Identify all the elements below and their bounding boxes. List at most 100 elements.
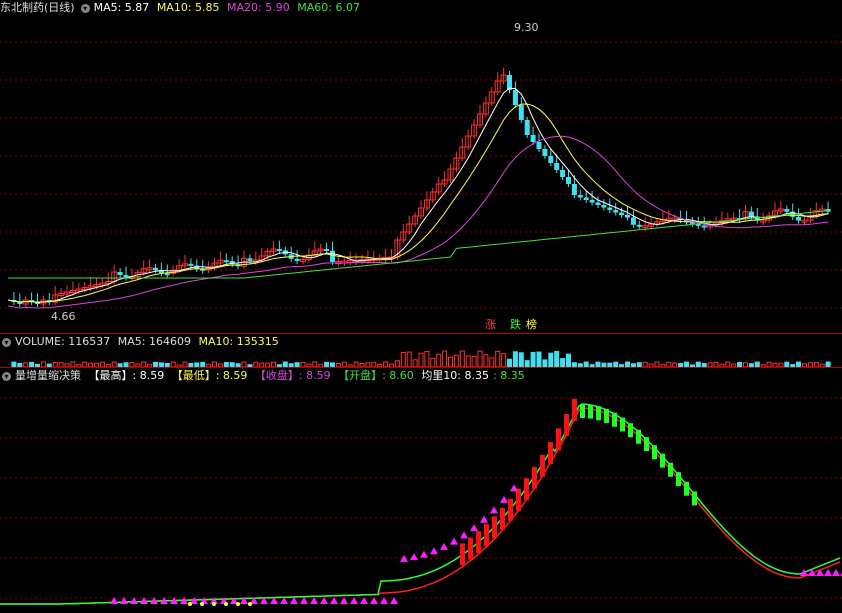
candle-body — [583, 197, 589, 200]
volume-bar — [436, 353, 442, 367]
signal-dot — [188, 602, 192, 606]
volume-bar — [406, 351, 412, 367]
stock-title: 东北制药(日线) — [0, 1, 75, 14]
candle-body — [153, 267, 158, 271]
volume-value: VOLUME: 116537 — [15, 335, 111, 348]
volume-bar — [536, 351, 542, 367]
tag-up[interactable]: 涨 — [484, 318, 497, 331]
volume-bar — [566, 353, 571, 367]
indicator-panel[interactable]: ▾ 量增量缩决策 【最高】: 8.59 【最低】: 8.59 【收盘】: 8.59… — [0, 368, 842, 613]
low-price-label: 4.66 — [51, 310, 76, 323]
indicator-header: ▾ 量增量缩决策 【最高】: 8.59 【最低】: 8.59 【收盘】: 8.59… — [0, 368, 529, 384]
signal-triangle — [832, 569, 840, 576]
down-volume-bar — [620, 417, 625, 432]
up-volume-bar — [508, 498, 513, 521]
ma10-value: MA10: 5.85 — [156, 1, 220, 14]
ma10-line — [7, 103, 829, 303]
candle-body — [625, 215, 630, 218]
up-volume-bar — [532, 466, 537, 489]
candle-body — [619, 212, 625, 215]
signal-dot — [236, 602, 240, 606]
down-volume-bar — [668, 462, 673, 477]
volume-bar — [554, 351, 560, 367]
indicator-close: 【收盘】: 8.59 — [254, 369, 331, 382]
candle-body — [571, 184, 577, 195]
signal-triangle — [440, 542, 448, 550]
up-volume-bar — [524, 478, 529, 501]
indicator-title: 量增量缩决策 — [15, 369, 81, 382]
volume-bar — [507, 358, 512, 367]
chevron-down-icon[interactable]: ▾ — [2, 337, 11, 347]
volume-bar — [495, 350, 501, 367]
indicator-open: 【开盘】: 8.60 — [338, 369, 414, 382]
up-volume-bar — [484, 524, 489, 547]
candle-body — [601, 205, 607, 208]
down-volume-bar — [628, 423, 633, 438]
down-volume-bar — [612, 412, 617, 427]
up-volume-bar — [492, 516, 497, 539]
kline-panel[interactable]: 东北制药(日线) ▾ MA5: 5.87 MA10: 5.85 MA20: 5.90… — [0, 0, 842, 333]
volume-bar — [418, 352, 424, 367]
candle-body — [613, 210, 619, 213]
volume-panel[interactable]: ▾ VOLUME: 116537 MA5: 164609 MA10: 135315 — [0, 334, 842, 367]
down-volume-bar — [692, 491, 697, 506]
volume-bar — [501, 353, 507, 367]
volume-bar — [518, 352, 524, 367]
candle-body — [188, 263, 194, 266]
candle-body — [524, 120, 530, 135]
volume-ma5: MA5: 164609 — [117, 335, 191, 348]
signal-dot — [224, 602, 228, 606]
signal-triangle — [500, 495, 508, 503]
candle-body — [247, 258, 253, 261]
chevron-down-icon[interactable]: ▾ — [2, 371, 11, 381]
signal-triangle — [480, 515, 488, 523]
tag-down[interactable]: 跌 — [509, 318, 522, 331]
signal-triangle — [490, 506, 498, 514]
volume-bar — [530, 351, 536, 367]
up-volume-bar — [516, 488, 521, 511]
up-volume-bar — [460, 543, 465, 566]
volume-bar — [430, 357, 436, 367]
volume-bar — [560, 358, 566, 367]
red-trend-line — [0, 407, 841, 605]
up-volume-bar — [476, 531, 481, 554]
signal-triangle — [470, 524, 478, 532]
candle-body — [324, 249, 330, 252]
indicator-high: 【最高】: 8.59 — [88, 369, 165, 382]
chevron-down-icon[interactable]: ▾ — [80, 3, 90, 13]
indicator-avg-value: : 8.35 — [493, 369, 525, 382]
candle-body — [223, 260, 229, 263]
candle-body — [276, 249, 282, 252]
volume-bar — [412, 359, 418, 367]
up-volume-bar — [540, 454, 545, 477]
candle-body — [636, 224, 642, 227]
volume-bar — [459, 350, 465, 367]
volume-bar — [477, 350, 483, 367]
candle-body — [164, 273, 170, 276]
up-volume-bar — [556, 428, 561, 451]
volume-bar — [542, 359, 548, 367]
candle-body — [554, 163, 560, 170]
up-volume-bar — [572, 398, 577, 421]
down-volume-bar — [660, 453, 665, 468]
indicator-chart[interactable] — [0, 368, 842, 613]
candle-body — [595, 202, 601, 205]
candle-body — [607, 207, 613, 210]
candle-body — [560, 170, 566, 177]
volume-bar — [442, 350, 448, 367]
candle-body — [542, 149, 548, 156]
volume-bar — [471, 356, 477, 367]
signal-triangle — [816, 569, 824, 576]
down-volume-bar — [588, 404, 593, 419]
candle-body — [796, 216, 802, 221]
tag-rank[interactable]: 榜 — [525, 318, 538, 331]
indicator-avg: 均里10: 8.35 — [421, 369, 490, 382]
signal-dot — [248, 602, 252, 606]
volume-header: ▾ VOLUME: 116537 MA5: 164609 MA10: 135315 — [0, 334, 283, 350]
ma60-value: MA60: 6.07 — [297, 1, 360, 14]
up-volume-bar — [564, 414, 569, 437]
signal-triangle — [824, 569, 832, 576]
down-volume-bar — [604, 408, 609, 423]
signal-triangle — [420, 550, 428, 558]
kline-chart[interactable] — [0, 0, 842, 333]
